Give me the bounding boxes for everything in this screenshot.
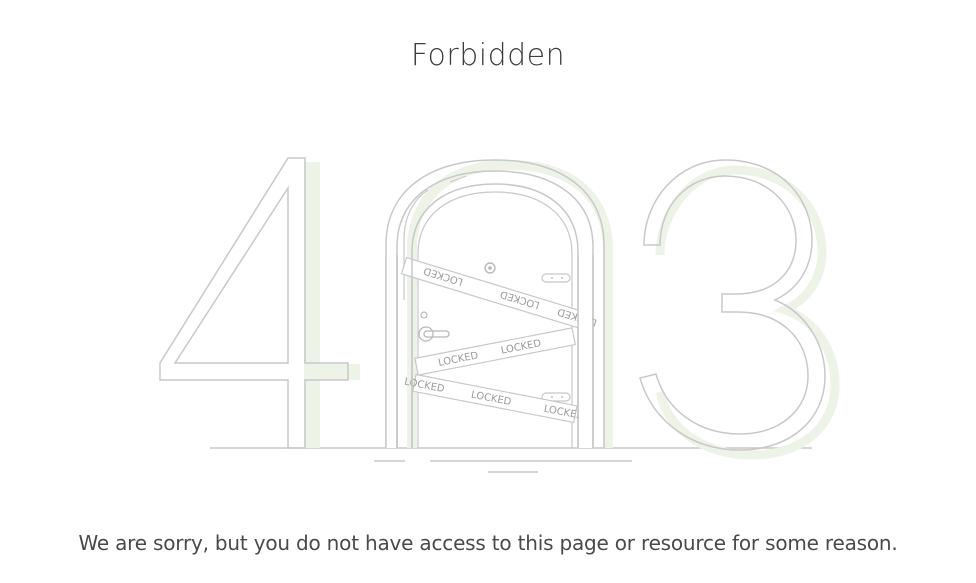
hinge-icon — [541, 273, 571, 283]
door-handle-icon — [418, 326, 434, 342]
digit-4-shadow — [304, 162, 360, 448]
locked-tape: LOCKED LOCKED LOCKED — [400, 256, 598, 331]
access-denied-message: We are sorry, but you do not have access… — [78, 531, 898, 555]
locked-tape: LOCKED LOCKED — [414, 327, 576, 376]
error-403-illustration: LOCKED LOCKED LOCKED LOCKED LOCKED LOCKE… — [159, 157, 840, 473]
forbidden-page: Forbidden LOCKED LOCKED LOCKED LOCKED LO… — [0, 0, 976, 583]
locked-tape: LOCKED LOCKED LOCKED — [403, 373, 585, 424]
keyhole-icon — [420, 311, 428, 319]
